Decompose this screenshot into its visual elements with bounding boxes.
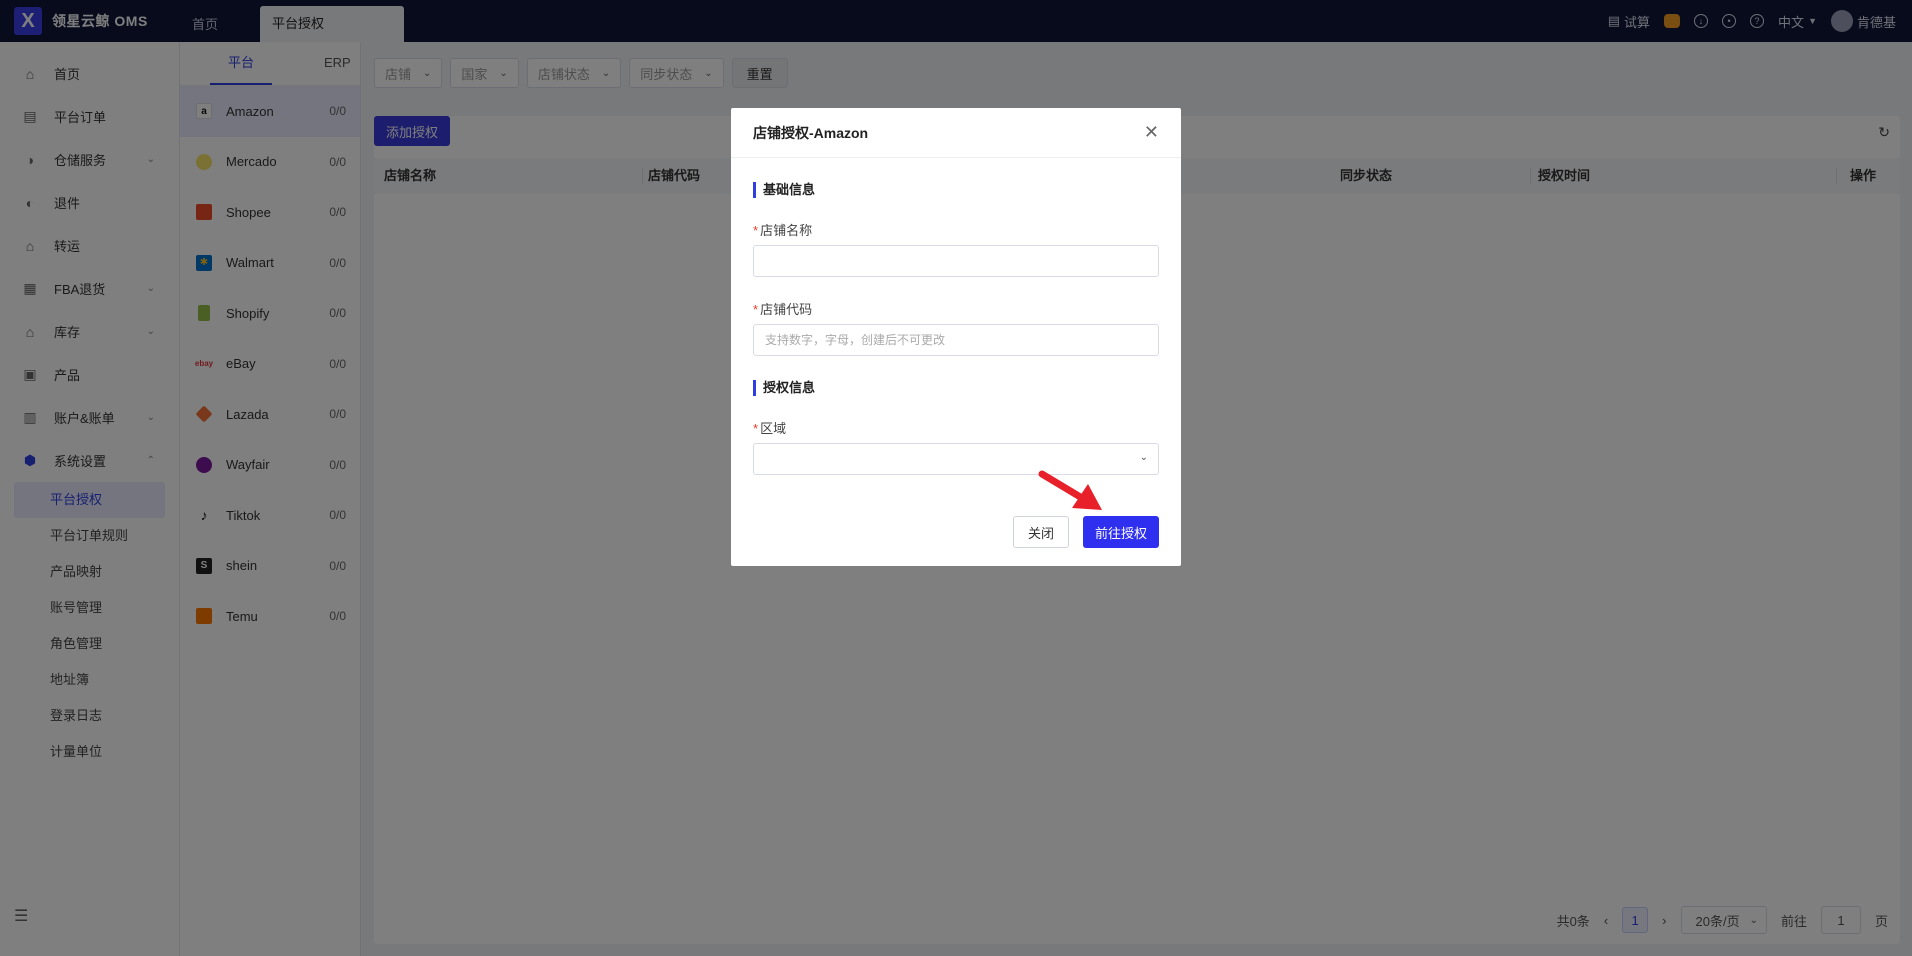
store-code-input[interactable] [753, 324, 1159, 356]
store-code-label-text: 店铺代码 [760, 302, 813, 317]
section-auth-info: 授权信息 [753, 380, 1159, 396]
region-label: * 区域 [753, 418, 1159, 437]
dialog-footer: 关闭 前往授权 [1012, 516, 1159, 548]
store-name-input[interactable] [753, 245, 1159, 277]
region-label-text: 区域 [760, 421, 787, 436]
section-basic-info: 基础信息 [753, 182, 1159, 198]
chevron-down-icon: ⌄ [1139, 452, 1148, 463]
close-icon[interactable]: ✕ [1144, 122, 1159, 143]
dialog-body: 基础信息 *店铺名称 *店铺代码 授权信息 *区域 ⌄ [731, 182, 1181, 475]
store-name-label-text: 店铺名称 [760, 223, 813, 238]
dialog-title: 店铺授权-Amazon [753, 124, 869, 141]
required-mark: * [753, 421, 759, 436]
annotation-arrow-icon [1038, 470, 1102, 510]
close-button[interactable]: 关闭 [1012, 516, 1069, 548]
store-name-label: * 店铺名称 [753, 220, 1159, 239]
go-authorize-button[interactable]: 前往授权 [1082, 516, 1159, 548]
dialog-header: 店铺授权-Amazon ✕ [731, 108, 1181, 158]
required-mark: * [753, 223, 759, 238]
store-auth-dialog: 店铺授权-Amazon ✕ 基础信息 *店铺名称 *店铺代码 授权信息 *区域 … [731, 108, 1181, 566]
store-code-label: * 店铺代码 [753, 299, 1159, 318]
required-mark: * [753, 302, 759, 317]
